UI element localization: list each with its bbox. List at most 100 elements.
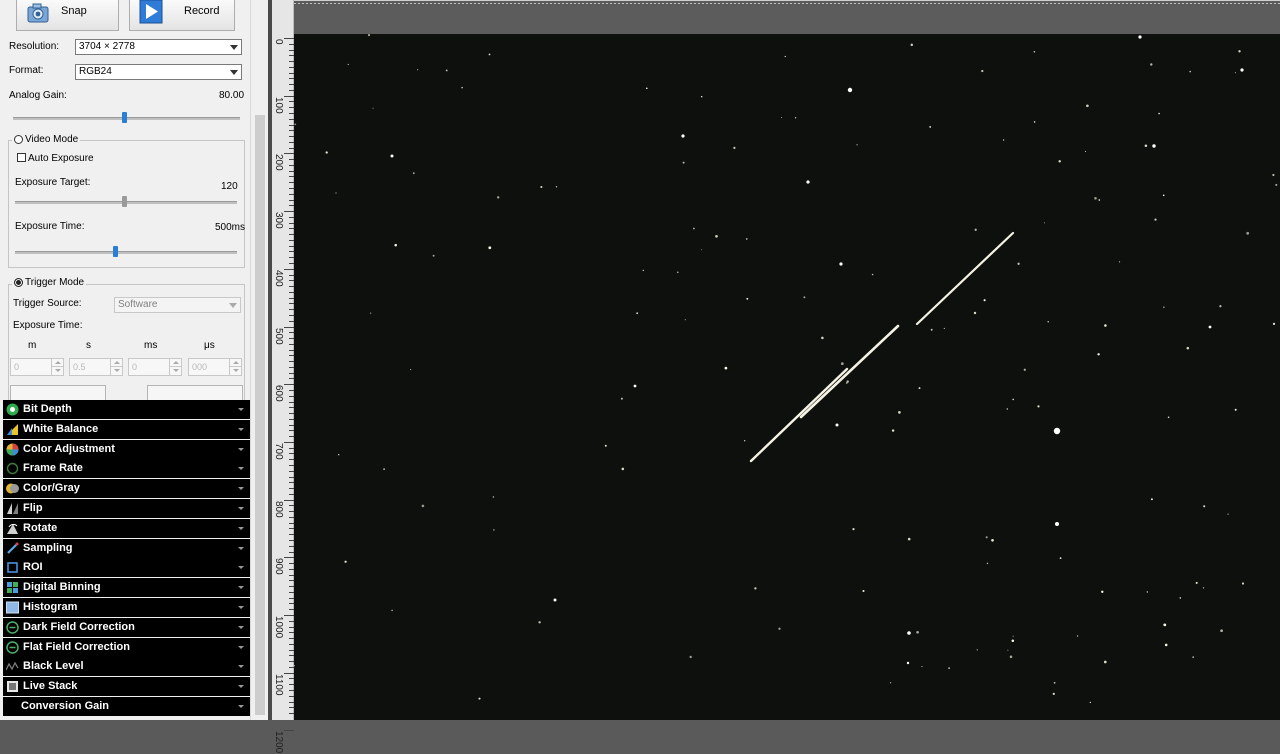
feature-label: Rotate (23, 521, 58, 534)
ruler-label: 100 (273, 96, 284, 114)
star (338, 454, 340, 456)
spin-down-icon[interactable] (229, 367, 241, 375)
frame-rate-icon (6, 463, 19, 475)
seconds-spinbox[interactable]: 0.5 (69, 358, 123, 376)
vertical-ruler-ticks: 0 100 200 300 400 500 600 700 800 900 1000 1100 1200 (272, 0, 294, 754)
video-mode-radio[interactable]: Video Mode (12, 134, 81, 145)
star (746, 238, 748, 240)
star (746, 297, 749, 300)
resolution-select[interactable]: 3704 × 2778 (75, 39, 242, 55)
star (1006, 408, 1009, 410)
exposure-target-value: 120 (221, 181, 238, 192)
trigger-mode-radio[interactable]: Trigger Mode (12, 277, 87, 288)
feature-sampling[interactable]: Sampling (3, 538, 250, 558)
unit-microseconds-label: μs (204, 340, 215, 351)
star (1275, 183, 1278, 186)
star (496, 196, 500, 199)
star (383, 468, 385, 470)
star (862, 589, 865, 593)
feature-dark-field-correction[interactable]: Dark Field Correction (3, 617, 250, 637)
spin-up-icon[interactable] (169, 359, 181, 367)
chevron-down-icon (238, 566, 244, 570)
exposure-target-slider-thumb[interactable] (121, 196, 127, 207)
feature-histogram[interactable]: Histogram (3, 597, 250, 617)
chevron-down-icon (238, 427, 244, 431)
chevron-down-icon (238, 408, 244, 411)
chevron-down-icon (238, 685, 244, 689)
chevron-down-icon (238, 704, 244, 708)
star (754, 587, 757, 590)
star (778, 627, 781, 630)
star (1220, 629, 1223, 633)
feature-conversion-gain[interactable]: Conversion Gain (3, 696, 250, 716)
spin-up-icon[interactable] (51, 359, 63, 367)
star (981, 69, 984, 73)
feature-color-gray[interactable]: Color/Gray (3, 479, 250, 499)
feature-label: ROI (23, 561, 43, 574)
snap-button[interactable]: Snap (16, 0, 119, 31)
star (347, 63, 349, 66)
feature-color-adjustment[interactable]: Color Adjustment (3, 439, 250, 459)
live-image-view[interactable] (294, 34, 1280, 720)
spin-down-icon[interactable] (51, 367, 63, 375)
star (846, 380, 849, 383)
star (1012, 398, 1014, 401)
ruler-label: 900 (273, 558, 284, 575)
feature-bit-depth[interactable]: Bit Depth (3, 400, 250, 419)
feature-white-balance[interactable]: White Balance (3, 419, 250, 439)
feature-label: Live Stack (23, 680, 78, 693)
star (681, 134, 685, 138)
star (1219, 305, 1222, 308)
ruler-label: 300 (273, 212, 284, 229)
feature-flip[interactable]: Flip (3, 498, 250, 518)
star (910, 43, 914, 47)
spin-up-icon[interactable] (110, 359, 122, 367)
star (1234, 408, 1237, 411)
format-select[interactable]: RGB24 (75, 64, 242, 80)
star (1058, 160, 1061, 163)
star (1101, 590, 1104, 593)
feature-roi[interactable]: ROI (3, 558, 250, 578)
chevron-down-icon (229, 303, 237, 308)
chevron-down-icon (238, 665, 244, 669)
star (1234, 72, 1236, 74)
spin-up-icon[interactable] (229, 359, 241, 367)
spin-down-icon[interactable] (110, 367, 122, 375)
ruler-major-tick (284, 672, 294, 674)
star (1189, 70, 1192, 73)
feature-black-level[interactable]: Black Level (3, 657, 250, 677)
minutes-spinbox[interactable]: 0 (10, 358, 64, 376)
milliseconds-spinbox[interactable]: 0 (128, 358, 182, 376)
star (907, 537, 911, 541)
star (847, 87, 853, 93)
star (724, 366, 728, 370)
star (1167, 416, 1170, 419)
star (1043, 222, 1046, 224)
panel-scrollbar-thumb[interactable] (255, 115, 265, 715)
star (921, 666, 923, 668)
feature-frame-rate[interactable]: Frame Rate (3, 459, 250, 479)
star (1238, 50, 1241, 53)
record-button[interactable]: Record (129, 0, 235, 31)
exposure-time-track[interactable] (15, 251, 237, 254)
feature-label: White Balance (23, 422, 99, 435)
video-mode-label: Video Mode (25, 134, 79, 145)
star (1163, 306, 1165, 308)
chevron-down-icon (238, 586, 244, 590)
feature-rotate[interactable]: Rotate (3, 518, 250, 538)
star (1241, 582, 1245, 585)
feature-flat-field-correction[interactable]: Flat Field Correction (3, 637, 250, 657)
dotted-border (294, 3, 1280, 4)
exposure-time-slider-thumb[interactable] (112, 246, 118, 257)
star (1179, 597, 1182, 599)
spin-down-icon[interactable] (169, 367, 181, 375)
star (871, 273, 874, 276)
microseconds-spinbox[interactable]: 000 (188, 358, 242, 376)
trigger-source-select[interactable]: Software (114, 297, 241, 313)
panel-scrollbar[interactable] (250, 0, 269, 720)
chevron-down-icon (238, 506, 244, 510)
feature-digital-binning[interactable]: Digital Binning (3, 578, 250, 598)
auto-exposure-checkbox[interactable] (17, 153, 26, 162)
analog-gain-slider-thumb[interactable] (122, 112, 128, 123)
feature-live-stack[interactable]: Live Stack (3, 677, 250, 697)
